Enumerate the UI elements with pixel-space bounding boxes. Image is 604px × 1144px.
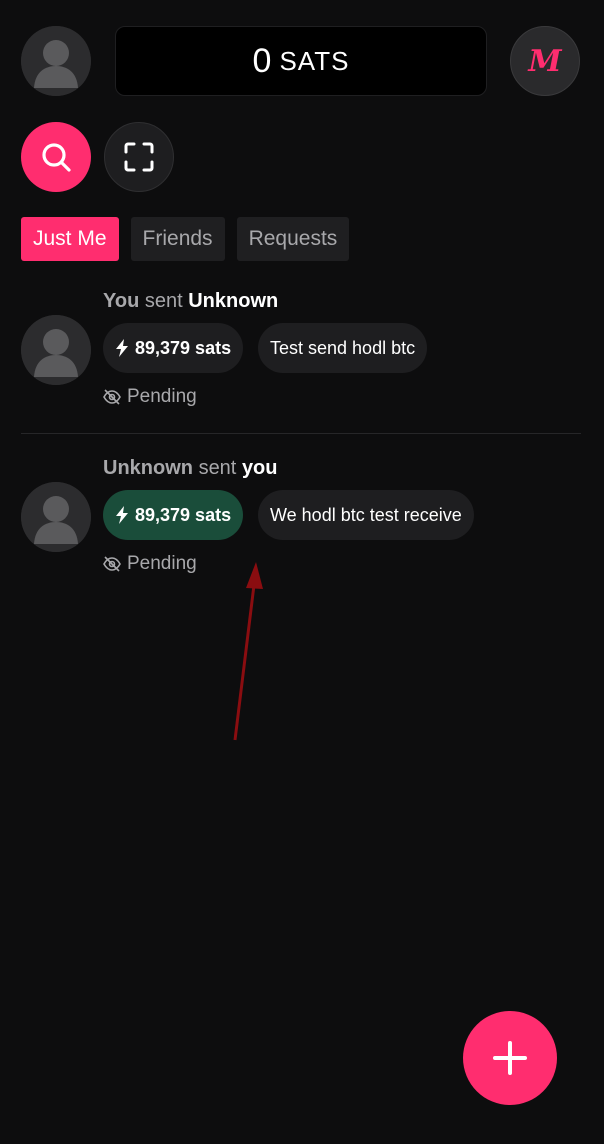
amount-value: 89,379 sats — [135, 504, 232, 525]
sender-name: Unknown — [103, 457, 193, 479]
transaction-item[interactable]: You sent Unknown 89,379 sats Test send h… — [0, 280, 604, 430]
filter-tabs: Just Me Friends Requests — [21, 217, 350, 261]
scan-icon — [124, 142, 154, 172]
search-icon — [42, 143, 71, 172]
contact-avatar — [21, 482, 91, 552]
lightning-icon — [115, 339, 129, 357]
search-button[interactable] — [21, 122, 91, 192]
transaction-status: Pending — [103, 386, 197, 408]
brand-logo: M — [528, 43, 562, 79]
brand-button[interactable]: M — [510, 26, 580, 96]
status-text: Pending — [127, 553, 197, 574]
divider — [21, 433, 581, 434]
memo-pill: Test send hodl btc — [258, 323, 428, 373]
amount-value: 89,379 sats — [135, 337, 232, 358]
user-silhouette-icon — [21, 482, 91, 552]
memo-pill: We hodl btc test receive — [258, 490, 474, 540]
contact-avatar — [21, 315, 91, 385]
balance-display[interactable]: 0 SATS — [115, 26, 487, 96]
lightning-icon — [115, 506, 129, 524]
profile-avatar[interactable] — [21, 26, 91, 96]
transaction-title: You sent Unknown — [103, 290, 278, 313]
eye-off-icon — [103, 556, 121, 572]
tab-just-me[interactable]: Just Me — [21, 217, 119, 261]
memo-text: We hodl btc test receive — [270, 504, 462, 525]
recipient-name: Unknown — [188, 290, 279, 312]
balance-unit: SATS — [279, 45, 350, 76]
user-silhouette-icon — [21, 315, 91, 385]
scan-button[interactable] — [104, 122, 174, 192]
balance-amount: 0 — [252, 41, 272, 80]
eye-off-icon — [103, 389, 121, 405]
transaction-item[interactable]: Unknown sent you 89,379 sats We hodl btc… — [0, 447, 604, 597]
tab-requests[interactable]: Requests — [236, 217, 350, 261]
transaction-status: Pending — [103, 553, 197, 575]
sender-name: You — [103, 290, 140, 312]
status-text: Pending — [127, 386, 197, 407]
plus-icon — [493, 1041, 527, 1075]
tab-friends[interactable]: Friends — [130, 217, 225, 261]
memo-text: Test send hodl btc — [270, 337, 416, 358]
transaction-verb: sent — [198, 457, 237, 479]
add-button[interactable] — [463, 1011, 557, 1105]
amount-pill: 89,379 sats — [103, 323, 244, 373]
user-silhouette-icon — [21, 26, 91, 96]
amount-pill: 89,379 sats — [103, 490, 244, 540]
recipient-name: you — [241, 457, 278, 479]
transaction-title: Unknown sent you — [103, 457, 278, 480]
transaction-verb: sent — [144, 290, 183, 312]
